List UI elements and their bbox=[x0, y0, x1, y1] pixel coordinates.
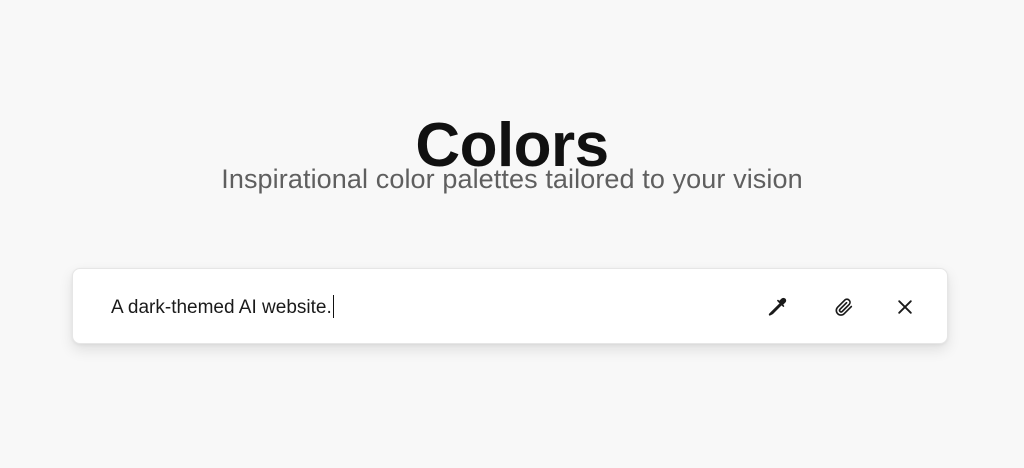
close-icon bbox=[895, 297, 915, 317]
eyedropper-icon bbox=[766, 296, 788, 318]
prompt-bar: A dark-themed AI website. bbox=[72, 268, 948, 344]
page-subtitle: Inspirational color palettes tailored to… bbox=[221, 164, 803, 194]
page: Colors Inspirational color palettes tail… bbox=[0, 0, 1024, 468]
attach-button[interactable] bbox=[826, 289, 862, 325]
paperclip-icon bbox=[833, 296, 855, 318]
eyedropper-button[interactable] bbox=[759, 289, 795, 325]
clear-button[interactable] bbox=[887, 289, 923, 325]
text-caret bbox=[332, 295, 334, 318]
prompt-input-value: A dark-themed AI website. bbox=[111, 297, 332, 318]
prompt-input[interactable]: A dark-themed AI website. bbox=[111, 295, 334, 319]
